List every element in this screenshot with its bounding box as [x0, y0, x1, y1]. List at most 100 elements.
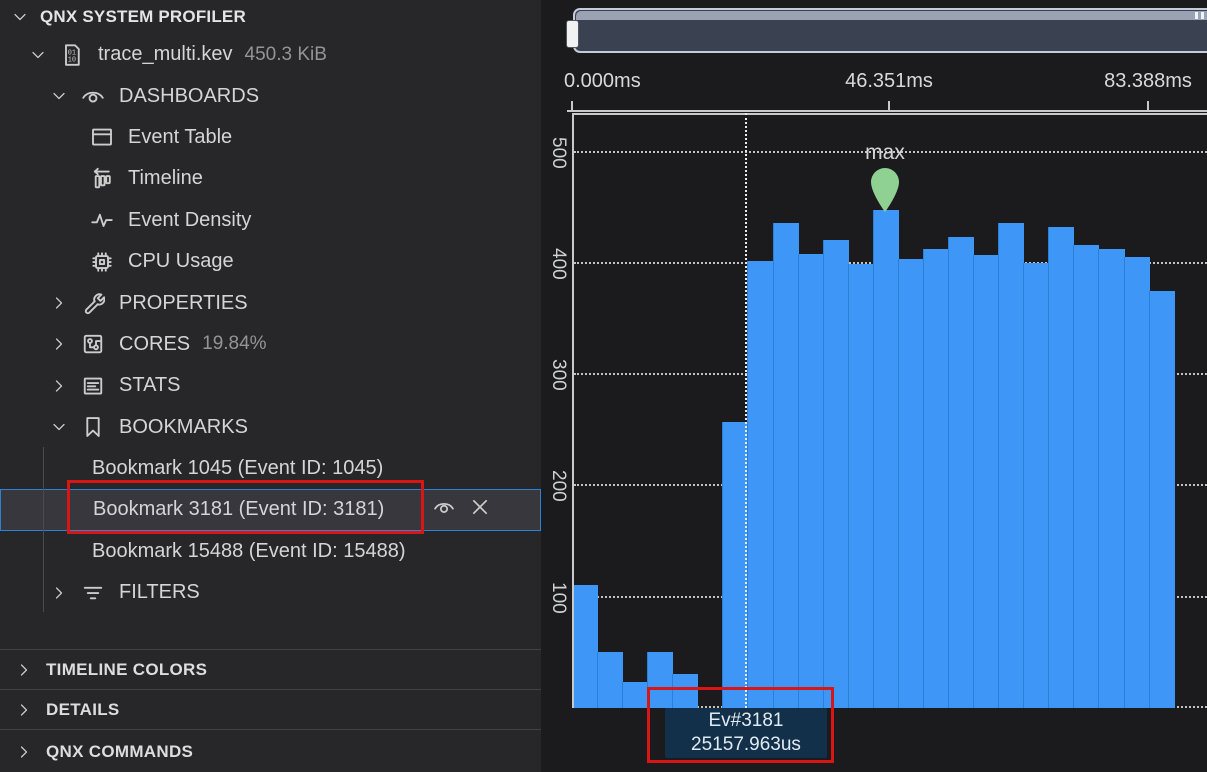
- time-label-start: 0.000ms: [564, 70, 641, 93]
- tooltip-event-id: Ev#3181: [665, 709, 827, 733]
- wrench-icon: [81, 291, 105, 315]
- y-tick-100: 100: [545, 566, 571, 630]
- histogram-bar[interactable]: [948, 237, 974, 708]
- timeline-icon: [90, 167, 114, 191]
- cores-usage-value: 19.84%: [202, 333, 266, 355]
- bookmark-item-1045[interactable]: Bookmark 1045 (Event ID: 1045): [0, 448, 541, 489]
- histogram-bar[interactable]: [798, 254, 824, 708]
- bookmark-item-3181-selected[interactable]: Bookmark 3181 (Event ID: 3181): [0, 489, 541, 530]
- histogram-bar[interactable]: [898, 259, 924, 708]
- panel-label: TIMELINE COLORS: [46, 660, 207, 680]
- tree-item-stats[interactable]: STATS: [0, 365, 541, 406]
- histogram-bar[interactable]: [773, 223, 799, 708]
- chevron-down-icon[interactable]: [48, 416, 70, 438]
- chevron-down-icon[interactable]: [27, 44, 49, 66]
- sidebar-title-row[interactable]: QNX SYSTEM PROFILER: [0, 0, 541, 34]
- y-tick-400: 400: [545, 232, 571, 296]
- panel-label: QNX COMMANDS: [46, 742, 193, 762]
- bookmark-label: Bookmark 3181 (Event ID: 3181): [93, 498, 384, 521]
- time-label-mid: 46.351ms: [845, 70, 933, 93]
- bookmark-label: Bookmark 15488 (Event ID: 15488): [92, 540, 406, 563]
- time-label-end: 83.388ms: [1104, 70, 1192, 93]
- histogram-bar[interactable]: [647, 652, 673, 708]
- tree-item-timeline[interactable]: Timeline: [0, 158, 541, 199]
- chevron-right-icon[interactable]: [48, 375, 70, 397]
- bookmarks-label: BOOKMARKS: [119, 416, 248, 439]
- cpu-usage-label: CPU Usage: [128, 250, 234, 273]
- chevron-right-icon[interactable]: [13, 659, 35, 681]
- chevron-down-icon[interactable]: [48, 85, 70, 107]
- event-table-label: Event Table: [128, 126, 232, 149]
- tree-item-bookmarks[interactable]: BOOKMARKS: [0, 407, 541, 448]
- open-preview-eye-icon[interactable]: [433, 496, 455, 524]
- tree-item-event-density[interactable]: Event Density: [0, 200, 541, 241]
- y-tick-500: 500: [545, 121, 571, 185]
- filter-icon: [81, 581, 105, 605]
- circuit-board-icon: [81, 332, 105, 356]
- range-top-strip[interactable]: [576, 11, 1207, 20]
- chevron-right-icon[interactable]: [48, 582, 70, 604]
- svg-text:10: 10: [68, 56, 76, 64]
- histogram-bar[interactable]: [572, 585, 598, 708]
- panel-qnx-commands[interactable]: QNX COMMANDS: [0, 729, 541, 772]
- panel-label: DETAILS: [46, 700, 120, 720]
- chevron-right-icon[interactable]: [13, 699, 35, 721]
- histogram-bar[interactable]: [873, 210, 899, 708]
- histogram-bar[interactable]: [923, 249, 949, 708]
- histogram-bar[interactable]: [1098, 249, 1124, 708]
- bookmark-item-15488[interactable]: Bookmark 15488 (Event ID: 15488): [0, 531, 541, 572]
- histogram-bar[interactable]: [622, 682, 648, 708]
- histogram-bar[interactable]: [1124, 257, 1150, 708]
- stats-label: STATS: [119, 374, 180, 397]
- window-table-icon: [90, 125, 114, 149]
- histogram-bar[interactable]: [1023, 263, 1049, 708]
- chevron-right-icon[interactable]: [48, 292, 70, 314]
- tree-item-properties[interactable]: PROPERTIES: [0, 282, 541, 323]
- filters-label: FILTERS: [119, 581, 200, 604]
- dashboards-label: DASHBOARDS: [119, 85, 259, 108]
- time-range-selector[interactable]: [573, 8, 1207, 53]
- y-axis-line: [572, 113, 574, 708]
- chevron-right-icon[interactable]: [48, 333, 70, 355]
- ruler-tick: [888, 101, 890, 111]
- selected-event-marker-line: [745, 113, 747, 708]
- eye-icon: [81, 84, 105, 108]
- histogram-bar[interactable]: [597, 652, 623, 708]
- panel-details[interactable]: DETAILS: [0, 689, 541, 729]
- chevron-right-icon[interactable]: [13, 741, 35, 763]
- histogram-bar[interactable]: [1048, 227, 1074, 708]
- bookmark-label: Bookmark 1045 (Event ID: 1045): [92, 457, 383, 480]
- histogram-bar[interactable]: [1073, 245, 1099, 708]
- timeline-label: Timeline: [128, 167, 203, 190]
- histogram-bar[interactable]: [848, 264, 874, 708]
- tree-item-event-table[interactable]: Event Table: [0, 117, 541, 158]
- remove-bookmark-close-icon[interactable]: [469, 496, 491, 524]
- event-density-label: Event Density: [128, 209, 251, 232]
- tooltip-event-time: 25157.963us: [665, 733, 827, 757]
- histogram-bar[interactable]: [672, 674, 698, 708]
- histogram-bar[interactable]: [973, 255, 999, 708]
- y-tick-200: 200: [545, 454, 571, 518]
- chevron-down-icon[interactable]: [9, 6, 31, 28]
- tree-indent-guide: [43, 447, 44, 612]
- trace-file-size: 450.3 KiB: [245, 44, 327, 66]
- range-left-handle[interactable]: [566, 20, 579, 48]
- tree-item-trace-file[interactable]: 01 10 trace_multi.kev 450.3 KiB: [0, 34, 541, 75]
- tree-item-filters[interactable]: FILTERS: [0, 572, 541, 613]
- qnx-profiler-sidebar: QNX SYSTEM PROFILER 01 10 trace_multi.ke…: [0, 0, 541, 772]
- histogram-bar[interactable]: [823, 240, 849, 708]
- tree-item-cores[interactable]: CORES 19.84%: [0, 324, 541, 365]
- time-ruler: [567, 110, 1207, 112]
- tree-item-cpu-usage[interactable]: CPU Usage: [0, 241, 541, 282]
- histogram-bar[interactable]: [998, 223, 1024, 708]
- event-density-panel: 0.000ms 46.351ms 83.388ms 500 400 300 20…: [541, 0, 1207, 772]
- properties-label: PROPERTIES: [119, 292, 248, 315]
- range-grip-icon[interactable]: [1195, 12, 1207, 19]
- pulse-icon: [90, 208, 114, 232]
- panel-timeline-colors[interactable]: TIMELINE COLORS: [0, 649, 541, 689]
- tree-item-dashboards[interactable]: DASHBOARDS: [0, 75, 541, 116]
- histogram-bar[interactable]: [747, 261, 773, 708]
- histogram-bar[interactable]: [1149, 291, 1175, 708]
- bottom-panels: TIMELINE COLORS DETAILS QNX COMMANDS: [0, 649, 541, 772]
- bookmark-icon: [81, 415, 105, 439]
